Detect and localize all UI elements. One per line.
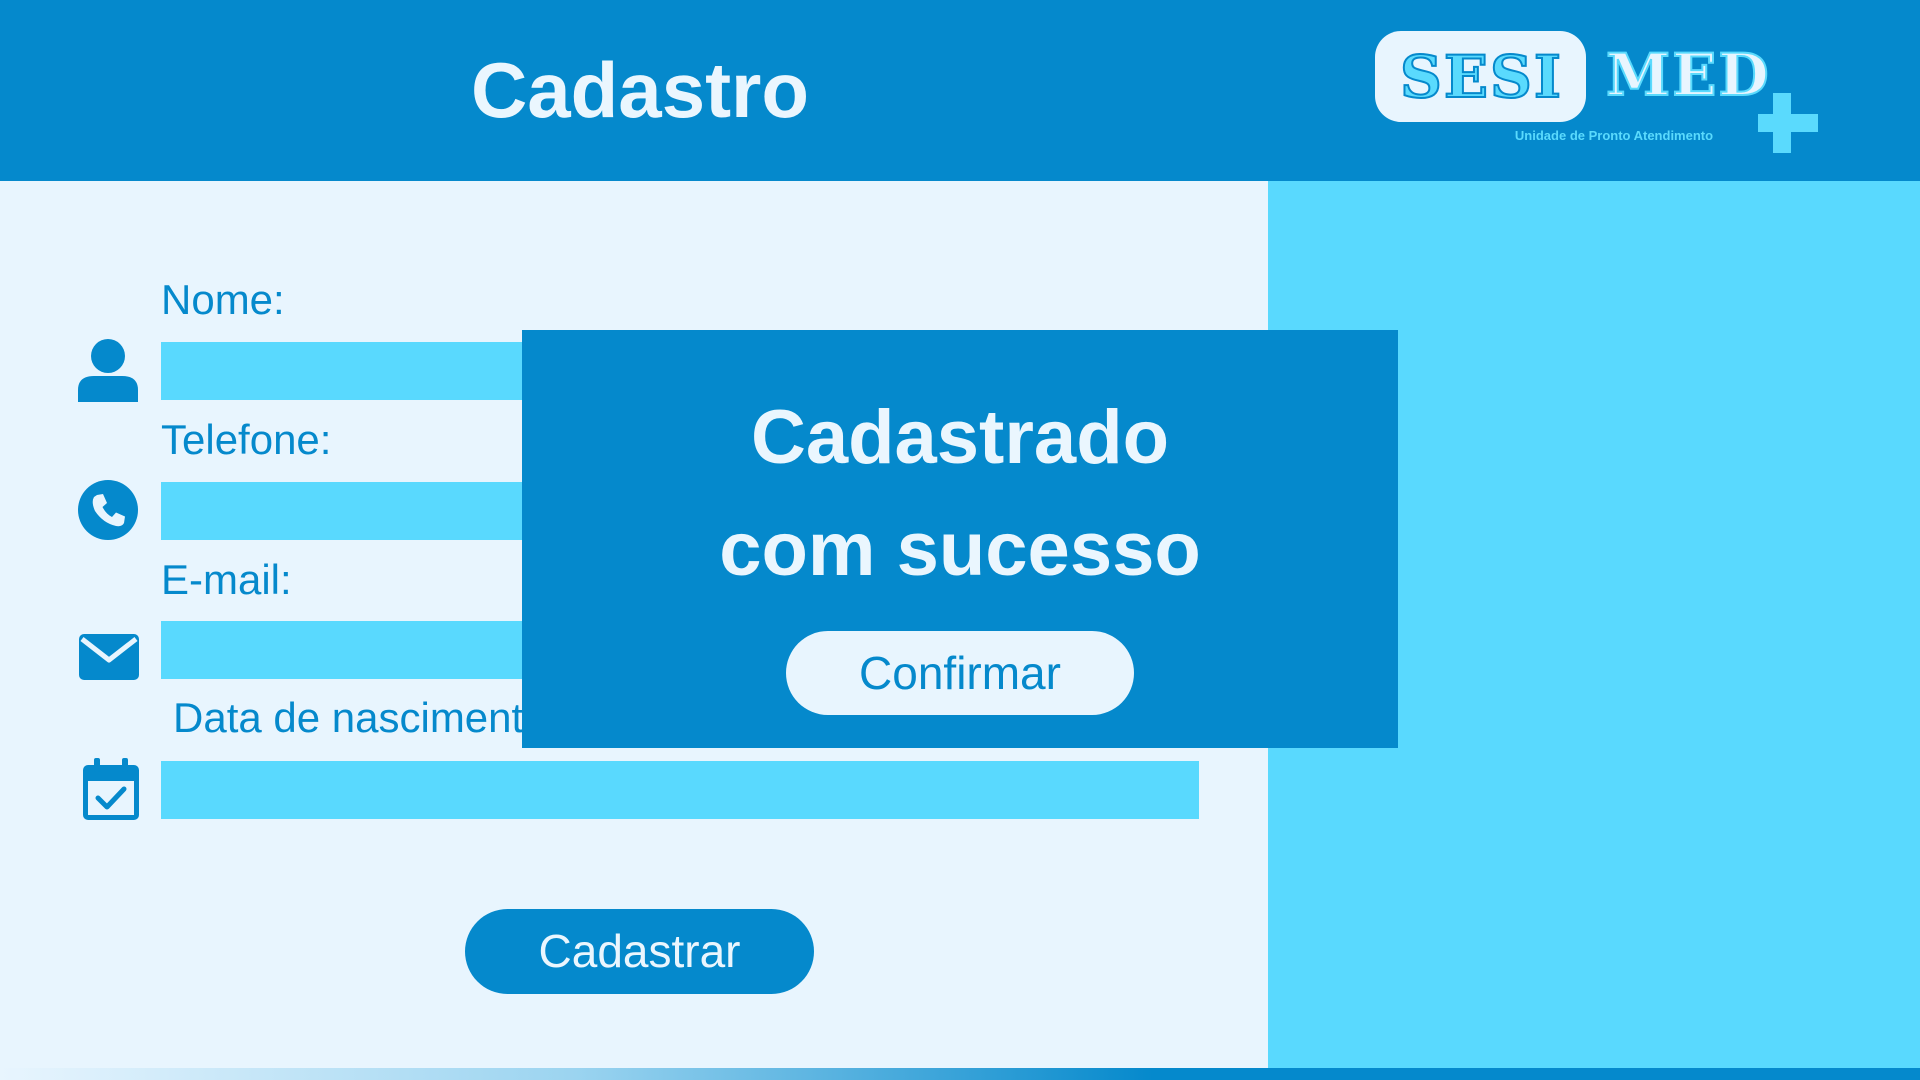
birthdate-input[interactable] bbox=[161, 761, 1199, 819]
plus-icon-bar bbox=[1758, 114, 1818, 132]
page-title: Cadastro bbox=[470, 46, 810, 134]
logo-subtitle: Unidade de Pronto Atendimento bbox=[1514, 128, 1714, 143]
logo-med-text: MED bbox=[1605, 40, 1771, 110]
logo-sesi-text: SESI bbox=[1399, 42, 1564, 112]
modal-title-line1: Cadastrado bbox=[750, 395, 1170, 480]
phone-label: Telefone: bbox=[161, 416, 332, 463]
birthdate-label: Data de nascimento: bbox=[173, 694, 559, 741]
user-icon bbox=[76, 338, 140, 402]
bottom-strip bbox=[0, 1068, 1920, 1080]
sesimed-logo: SESI MED Unidade de Pronto Atendimento bbox=[1374, 30, 1824, 160]
logo-sesi-box: SESI bbox=[1375, 31, 1586, 122]
phone-icon bbox=[76, 478, 140, 542]
register-button[interactable]: Cadastrar bbox=[465, 909, 814, 994]
name-label: Nome: bbox=[161, 276, 285, 323]
mail-icon bbox=[77, 626, 141, 690]
confirm-button[interactable]: Confirmar bbox=[786, 631, 1134, 715]
success-modal: Cadastrado com sucesso Confirmar bbox=[522, 330, 1398, 748]
email-label: E-mail: bbox=[161, 556, 292, 603]
header: Cadastro SESI MED Unidade de Pronto Aten… bbox=[0, 0, 1920, 181]
calendar-check-icon bbox=[79, 758, 143, 822]
modal-title: Cadastrado com sucesso bbox=[522, 382, 1398, 606]
modal-title-line2: com sucesso bbox=[719, 507, 1201, 592]
